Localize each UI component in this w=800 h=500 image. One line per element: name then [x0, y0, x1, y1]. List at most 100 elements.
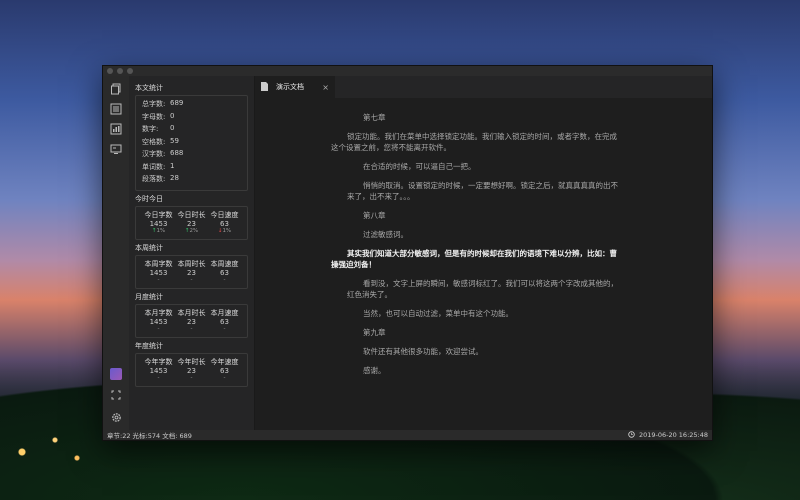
delta-value: 2%: [189, 227, 199, 234]
week-value: 1453: [149, 268, 168, 277]
stat-row: 汉字数: 688: [142, 149, 241, 162]
stat-row: 段落数: 28: [142, 174, 241, 187]
today-sub: ↑2%: [175, 228, 208, 236]
stat-value: 59: [170, 136, 179, 145]
week-stats-title: 本周统计: [135, 243, 163, 252]
stat-label: 单词数:: [142, 162, 166, 171]
delta-value: 1%: [156, 227, 166, 234]
maximize-window-button[interactable]: [127, 68, 133, 74]
week-value: 23: [187, 268, 196, 277]
tab-close-icon[interactable]: ×: [322, 83, 329, 92]
month-label: 本月速度: [210, 308, 239, 317]
files-icon[interactable]: [109, 82, 123, 96]
stat-value: 0: [170, 124, 175, 132]
stat-label: 汉字数:: [142, 150, 166, 158]
week-label: 本周速度: [210, 259, 239, 268]
stat-row: 单词数: 1: [142, 162, 241, 175]
minimize-window-button[interactable]: [117, 68, 123, 74]
stat-value: 1: [170, 161, 175, 170]
year-label: 今年速度: [210, 357, 239, 366]
stat-row: 总字数: 689: [142, 99, 241, 112]
week-sub: -: [223, 276, 226, 283]
theme-icon[interactable]: [110, 368, 122, 380]
month-stats-title: 月度统计: [135, 292, 163, 301]
year-sub: -: [223, 374, 226, 381]
week-sub: -: [190, 276, 193, 283]
week-sub: -: [157, 276, 160, 283]
text-stats-panel: 总字数: 689 字母数: 0 数字: 0 空格数: 59 汉字数: 688 单词数: 1 段落数: 28: [135, 95, 248, 191]
year-sub: -: [190, 374, 193, 381]
document-paragraph: 过滤敏感词。: [363, 230, 408, 239]
editor-area: 演示文档 × 第七章锁定功能。我们在菜单中选择锁定功能。我们输入锁定的时间，或者…: [255, 76, 712, 430]
stat-label: 段落数:: [142, 175, 166, 183]
title-bar: [103, 66, 712, 76]
document-paragraph: 当然，也可以自动过滤，菜单中有这个功能。: [363, 309, 513, 318]
today-sub: ↓1%: [208, 228, 241, 236]
year-value: 1453: [149, 366, 168, 375]
document-paragraph: 悄悄的取消。设置锁定的时候，一定要想好啊。锁定之后，就真真真真的出不来了，出不来…: [347, 181, 618, 201]
stat-value: 0: [170, 111, 175, 120]
today-label: 今日时长: [177, 210, 206, 219]
month-value: 23: [187, 317, 196, 326]
close-window-button[interactable]: [107, 68, 113, 74]
month-sub: -: [157, 325, 160, 332]
today-value: 63: [220, 219, 229, 228]
today-value: 23: [187, 219, 196, 228]
today-stats-title: 今时今日: [135, 194, 163, 203]
month-sub: -: [223, 325, 226, 332]
delta-value: 1%: [222, 227, 232, 234]
document-paragraph: 第七章: [363, 113, 386, 122]
week-value: 63: [220, 268, 229, 277]
month-label: 本月字数: [144, 308, 173, 317]
fullscreen-icon[interactable]: [109, 388, 123, 402]
clock-icon: [628, 430, 635, 440]
today-value: 1453: [149, 219, 168, 228]
tab-label: 演示文档: [276, 83, 304, 91]
year-sub: -: [157, 374, 160, 381]
document-paragraph: 看到没，文字上屏的瞬间，敏感词标红了。我们可以将这两个字改成其他的，红色消失了。: [347, 279, 618, 299]
document-paragraph: 第八章: [363, 211, 386, 220]
stat-value: 688: [170, 149, 184, 157]
stat-row: 空格数: 59: [142, 137, 241, 150]
week-label: 本周字数: [144, 259, 173, 268]
stat-row: 字母数: 0: [142, 112, 241, 125]
month-stats-panel: 本月字数 本月时长 本月速度 1453 23 63- - -: [135, 303, 248, 338]
status-info: 章节:22 光标:574 文档: 689: [107, 432, 192, 440]
today-label: 今日字数: [144, 210, 173, 219]
app-window: 本文统计 总字数: 689 字母数: 0 数字: 0 空格数: 59 汉字数: 688 单词数: 1 段…: [102, 65, 713, 441]
week-stats-panel: 本周字数 本周时长 本周速度 1453 23 63- - -: [135, 254, 248, 289]
month-value: 63: [220, 317, 229, 326]
stat-label: 总字数:: [142, 100, 166, 108]
document-paragraph: 第九章: [363, 328, 386, 337]
year-value: 23: [187, 366, 196, 375]
year-label: 今年字数: [144, 357, 173, 366]
background-lights: [0, 410, 110, 470]
document-paragraph: 感谢。: [363, 366, 386, 375]
year-label: 今年时长: [177, 357, 206, 366]
document-icon: [261, 81, 268, 93]
stat-row: 数字: 0: [142, 124, 241, 137]
stat-value: 689: [170, 99, 184, 107]
stat-label: 字母数:: [142, 112, 166, 121]
outline-icon[interactable]: [109, 102, 123, 116]
settings-icon[interactable]: [109, 410, 123, 424]
tab-demo-document[interactable]: 演示文档 ×: [255, 76, 335, 98]
preview-icon[interactable]: [109, 142, 123, 156]
stats-icon[interactable]: [109, 122, 123, 136]
week-label: 本周时长: [177, 259, 206, 268]
year-value: 63: [220, 366, 229, 375]
year-stats-panel: 今年字数 今年时长 今年速度 1453 23 63- - -: [135, 352, 248, 387]
today-stats-panel: 今日字数 今日时长 今日速度 1453 23 63 ↑1% ↑2% ↓1%: [135, 205, 248, 240]
document-paragraph: 其实我们知道大部分敏感词，但是有的时候却在我们的语境下难以分辨，比如：曹操强迫刘…: [331, 249, 617, 269]
stat-value: 28: [170, 174, 179, 182]
month-sub: -: [190, 325, 193, 332]
status-datetime: 2019-06-20 16:25:48: [638, 431, 708, 439]
today-label: 今日速度: [210, 210, 239, 219]
stat-label: 空格数:: [142, 137, 166, 146]
document-content[interactable]: 第七章锁定功能。我们在菜单中选择锁定功能。我们输入锁定的时间，或者字数，在完成这…: [255, 98, 712, 430]
month-value: 1453: [149, 317, 168, 326]
document-paragraph: 锁定功能。我们在菜单中选择锁定功能。我们输入锁定的时间，或者字数，在完成这个设置…: [331, 132, 617, 152]
text-stats-title: 本文统计: [135, 84, 163, 92]
stats-sidebar: 本文统计 总字数: 689 字母数: 0 数字: 0 空格数: 59 汉字数: 688 单词数: 1 段…: [129, 76, 255, 430]
activity-bar: [103, 76, 129, 430]
